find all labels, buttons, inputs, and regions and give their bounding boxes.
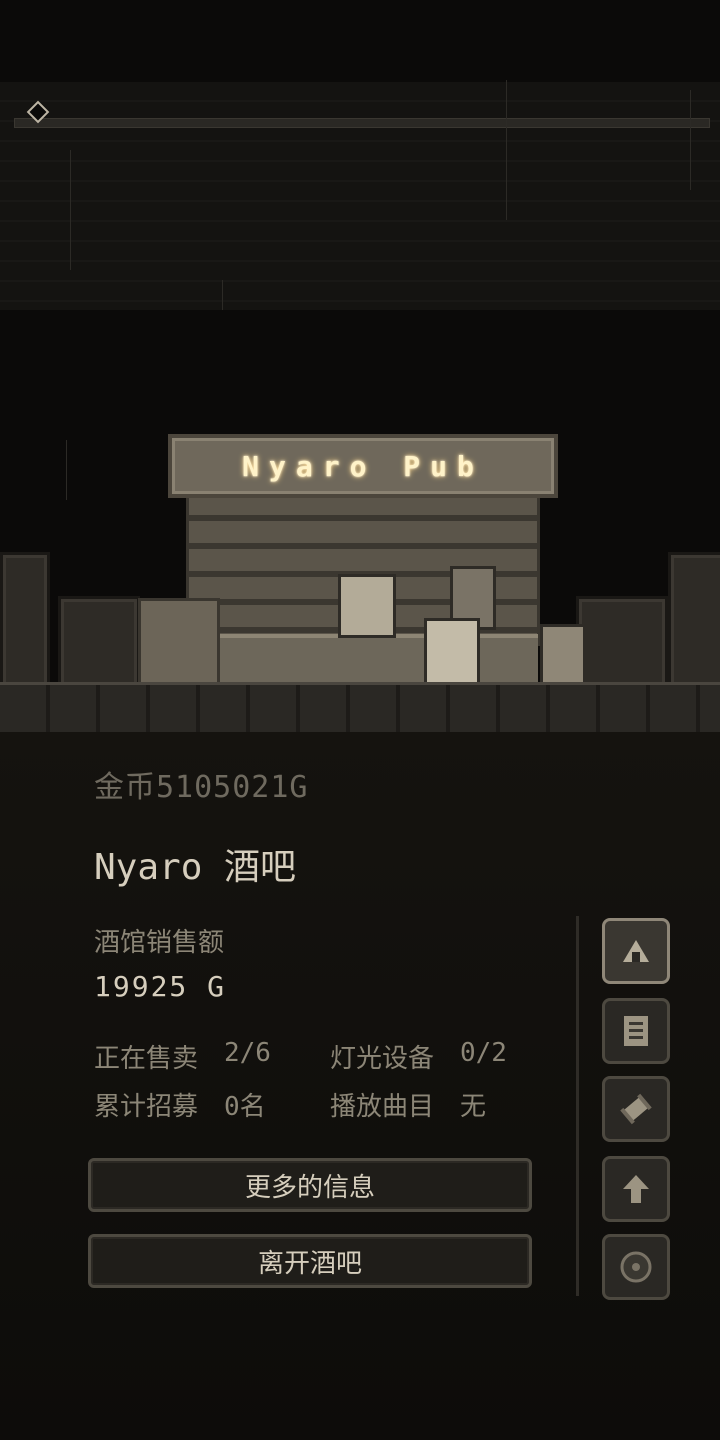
crate-right — [576, 596, 668, 688]
music-value: 无 — [460, 1092, 487, 1122]
stone-floor — [0, 682, 720, 735]
tent-button[interactable] — [602, 918, 670, 984]
crate-left — [58, 596, 140, 688]
rain-streak — [70, 150, 71, 270]
rain-streak — [690, 90, 691, 190]
music-label: 播放曲目 — [330, 1092, 435, 1122]
game-screen: Nyaro Pub 金币5105021G Nyaro 酒吧 酒馆销售额 1992… — [0, 0, 720, 1440]
rain-streak — [66, 440, 67, 500]
document-button[interactable] — [602, 998, 670, 1064]
disc-icon — [620, 1251, 652, 1283]
scroll-button[interactable] — [602, 1076, 670, 1142]
document-icon — [624, 1016, 648, 1046]
rain-streak — [222, 280, 223, 310]
pub-title: Nyaro 酒吧 — [94, 847, 297, 888]
knight-player[interactable] — [424, 618, 480, 688]
more-info-button[interactable]: 更多的信息 — [88, 1158, 532, 1212]
scroll-icon — [620, 1093, 652, 1125]
arrow-up-icon — [623, 1175, 649, 1203]
tent-icon — [623, 940, 649, 962]
selling-label: 正在售卖 — [94, 1044, 199, 1074]
gold-amount: 金币5105021G — [94, 770, 309, 805]
sales-value: 19925 G — [94, 970, 227, 1003]
crate-stack-left — [0, 552, 50, 688]
crate-stack-right — [668, 552, 720, 688]
lighting-label: 灯光设备 — [330, 1044, 435, 1074]
pub-sign-text: Nyaro Pub — [242, 449, 484, 483]
top-band — [0, 82, 720, 310]
bartender-cat[interactable] — [338, 574, 396, 638]
selling-value: 2/6 — [224, 1038, 271, 1068]
upgrade-button[interactable] — [602, 1156, 670, 1222]
sales-label: 酒馆销售额 — [94, 928, 225, 958]
recruited-label: 累计招募 — [94, 1092, 199, 1122]
music-button[interactable] — [602, 1234, 670, 1300]
villager-npc[interactable] — [540, 624, 586, 688]
lighting-value: 0/2 — [460, 1038, 507, 1068]
panel-divider — [576, 916, 579, 1296]
rain-streak — [506, 80, 507, 220]
pub-signboard: Nyaro Pub — [168, 434, 558, 498]
bar-counter — [208, 634, 538, 688]
leave-pub-button[interactable]: 离开酒吧 — [88, 1234, 532, 1288]
progress-slider-track[interactable] — [14, 118, 710, 128]
menu-board — [138, 598, 220, 690]
recruited-value: 0名 — [224, 1092, 266, 1122]
